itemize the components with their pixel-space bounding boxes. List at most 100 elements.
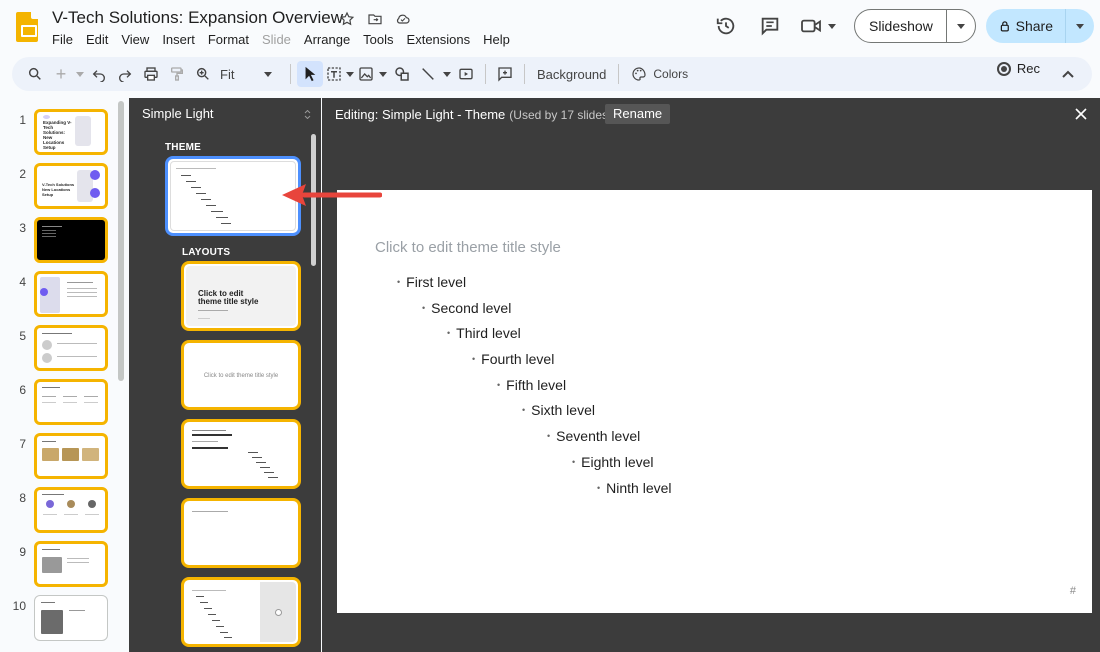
menu-file[interactable]: File [52, 32, 80, 47]
menu-edit[interactable]: Edit [86, 32, 115, 47]
layout-thumbnail-title-slide[interactable]: Click to edit theme title style [181, 261, 301, 331]
print-icon[interactable] [138, 61, 164, 87]
cloud-saved-icon[interactable] [393, 10, 413, 28]
preview-title-line [192, 447, 228, 449]
comments-icon[interactable] [752, 8, 788, 44]
move-folder-icon[interactable] [365, 10, 385, 28]
lock-icon [1000, 21, 1009, 32]
slide-thumbnail-2[interactable]: 2 V-Tech Solutions New Locations Setup [0, 163, 120, 213]
new-slide-icon[interactable]: + [48, 61, 74, 87]
body-level-6[interactable]: • Sixth level [522, 402, 595, 418]
star-icon[interactable] [337, 10, 357, 28]
slide-thumbnail-7[interactable]: 7 [0, 433, 120, 483]
body-level-8[interactable]: • Eighth level [572, 454, 654, 470]
body-level-5[interactable]: • Fifth level [497, 377, 566, 393]
slide-preview-graphic [42, 448, 59, 461]
title-placeholder[interactable]: Click to edit theme title style [375, 239, 561, 256]
slide-preview-text: Expanding V-Tech Solutions: New Location… [43, 120, 72, 150]
colors-button[interactable]: Colors [625, 61, 694, 87]
slide-number: 1 [19, 113, 26, 127]
slide-preview-line [63, 402, 77, 403]
add-comment-icon[interactable] [492, 61, 518, 87]
share-button[interactable]: Share [986, 9, 1066, 43]
bullet-marker: • [497, 380, 501, 390]
menu-view[interactable]: View [121, 32, 156, 47]
slide-thumbnail-5[interactable]: 5 [0, 325, 120, 375]
layout-thumbnail-section-header[interactable]: Click to edit theme title style [181, 340, 301, 410]
line-dropdown[interactable] [441, 61, 453, 87]
theme-master-slide[interactable]: Click to edit theme title style • First l… [337, 190, 1092, 613]
undo-icon[interactable] [86, 61, 112, 87]
slide-number-placeholder[interactable]: # [1070, 585, 1076, 597]
background-button[interactable]: Background [531, 61, 612, 87]
menu-extensions[interactable]: Extensions [407, 32, 478, 47]
preview-level-line [221, 223, 231, 224]
line-icon[interactable] [415, 61, 441, 87]
body-level-9[interactable]: • Ninth level [597, 480, 672, 496]
text-box-icon[interactable] [323, 61, 345, 87]
slide-preview [34, 487, 108, 533]
text-box-dropdown[interactable] [345, 61, 355, 87]
slide-thumbnail-1[interactable]: 1 Expanding V-Tech Solutions: New Locati… [0, 109, 120, 159]
menu-help[interactable]: Help [483, 32, 517, 47]
slide-number: 5 [19, 329, 26, 343]
level-text: Seventh level [556, 428, 641, 444]
theme-menu-icon[interactable] [304, 110, 311, 119]
rec-button[interactable]: Rec [996, 61, 1040, 76]
slide-thumbnail-10[interactable]: 10 [0, 595, 120, 645]
slide-thumbnail-3[interactable]: 3 [0, 217, 120, 267]
document-title[interactable]: V-Tech Solutions: Expansion Overview [52, 8, 343, 28]
preview-level-line [216, 626, 224, 627]
video-call-icon[interactable] [796, 8, 840, 44]
body-level-2[interactable]: • Second level [422, 300, 511, 316]
layout-thumbnail-one-column[interactable] [181, 577, 301, 647]
paint-format-icon[interactable] [164, 61, 190, 87]
menu-format[interactable]: Format [208, 32, 256, 47]
bullet-marker: • [572, 457, 576, 467]
version-history-icon[interactable] [708, 8, 744, 44]
collapse-toolbar-icon[interactable] [1062, 65, 1074, 83]
slide-preview-graphic [40, 288, 48, 296]
body-level-4[interactable]: • Fourth level [472, 351, 554, 367]
filmstrip-scrollbar[interactable] [118, 101, 124, 381]
slide-thumbnail-9[interactable]: 9 [0, 541, 120, 591]
level-text: Sixth level [531, 402, 595, 418]
insert-image-dropdown[interactable] [377, 61, 389, 87]
slide-thumbnail-4[interactable]: 4 [0, 271, 120, 321]
menu-insert[interactable]: Insert [162, 32, 202, 47]
slideshow-options-button[interactable] [947, 23, 975, 29]
slides-logo-icon[interactable] [16, 12, 38, 42]
layout-thumbnail-title-only[interactable] [181, 498, 301, 568]
preview-level-line [191, 187, 201, 188]
zoom-icon[interactable] [190, 61, 216, 87]
new-slide-layout-dropdown[interactable] [74, 61, 86, 87]
slide-preview-graphic [90, 188, 100, 198]
search-menus-icon[interactable] [22, 61, 48, 87]
slide-preview-line [69, 610, 85, 611]
slide-preview-graphic [88, 500, 96, 508]
redo-icon[interactable] [112, 61, 138, 87]
rename-button[interactable]: Rename [605, 104, 671, 124]
close-icon[interactable] [1074, 107, 1088, 121]
zoom-select[interactable]: Fit [216, 61, 276, 87]
slide-preview-graphic [62, 448, 79, 461]
slide-thumbnail-6[interactable]: 6 [0, 379, 120, 429]
body-level-1[interactable]: • First level [397, 274, 466, 290]
body-level-7[interactable]: • Seventh level [547, 428, 640, 444]
header-actions: Slideshow Share [708, 8, 1094, 44]
preview-line [198, 318, 210, 319]
menu-arrange[interactable]: Arrange [304, 32, 357, 47]
layout-preview: Click to edit theme title style [186, 345, 296, 405]
chevron-down-icon [379, 71, 387, 77]
slide-preview-line [42, 387, 60, 388]
body-level-3[interactable]: • Third level [447, 325, 521, 341]
share-options-button[interactable] [1066, 23, 1094, 29]
layout-thumbnail-title-and-body[interactable] [181, 419, 301, 489]
shape-icon[interactable] [389, 61, 415, 87]
menu-tools[interactable]: Tools [363, 32, 400, 47]
slideshow-button[interactable]: Slideshow [855, 10, 947, 42]
insert-image-icon[interactable] [355, 61, 377, 87]
select-tool-icon[interactable] [297, 61, 323, 87]
insert-video-icon[interactable] [453, 61, 479, 87]
slide-thumbnail-8[interactable]: 8 [0, 487, 120, 537]
